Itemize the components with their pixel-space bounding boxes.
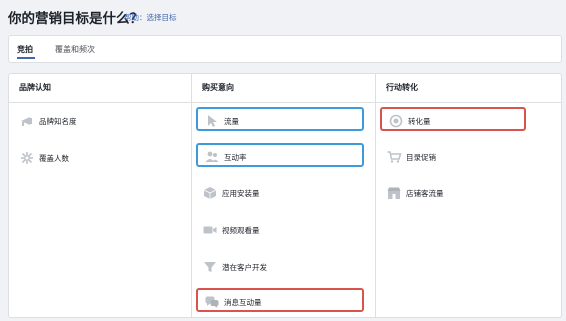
objective-label: 转化量 xyxy=(408,117,431,126)
objective-app-installs[interactable]: 应用安装量 xyxy=(196,181,364,205)
objective-conversions[interactable]: 转化量 xyxy=(380,107,526,131)
objective-label: 品牌知名度 xyxy=(39,117,77,126)
objective-brand-awareness[interactable]: 品牌知名度 xyxy=(13,109,181,133)
objective-messages[interactable]: 消息互动量 xyxy=(196,288,364,312)
objective-label: 店铺客流量 xyxy=(406,189,444,198)
cursor-icon xyxy=(204,113,220,129)
objective-label: 互动率 xyxy=(224,153,247,162)
objective-label: 应用安装量 xyxy=(222,189,260,198)
cart-icon xyxy=(386,149,402,165)
column-header: 品牌认知 xyxy=(9,74,191,103)
objective-tabbar: 竞拍 覆盖和频次 xyxy=(8,35,562,63)
objective-label: 目录促销 xyxy=(406,153,436,162)
objective-reach[interactable]: 覆盖人数 xyxy=(13,146,181,170)
column-conversion: 行动转化 转化量 目录促销 店铺客流量 xyxy=(376,74,561,317)
tab-reach-frequency[interactable]: 覆盖和频次 xyxy=(55,44,95,55)
objective-engagement[interactable]: 互动率 xyxy=(196,143,364,167)
people-icon xyxy=(204,149,220,165)
chat-bubbles-icon xyxy=(204,294,220,310)
cube-icon xyxy=(202,185,218,201)
column-header: 购买意向 xyxy=(192,74,375,103)
help-link[interactable]: 帮助：选择目标 xyxy=(124,12,177,23)
column-consideration: 购买意向 流量 互动率 应用安装量 视频观看量 潜在客户开发 消息互动量 xyxy=(192,74,376,317)
column-awareness: 品牌认知 品牌知名度 覆盖人数 xyxy=(9,74,192,317)
store-icon xyxy=(386,185,402,201)
column-header: 行动转化 xyxy=(376,74,561,103)
objective-label: 覆盖人数 xyxy=(39,154,69,163)
objective-video-views[interactable]: 视频观看量 xyxy=(196,218,364,242)
funnel-icon xyxy=(202,259,218,275)
objective-catalog-sales[interactable]: 目录促销 xyxy=(380,145,526,169)
video-icon xyxy=(202,222,218,238)
objective-label: 潜在客户开发 xyxy=(222,263,267,272)
objective-store-traffic[interactable]: 店铺客流量 xyxy=(380,181,526,205)
objective-lead-generation[interactable]: 潜在客户开发 xyxy=(196,255,364,279)
objective-label: 视频观看量 xyxy=(222,226,260,235)
page-title: 你的营销目标是什么？ xyxy=(8,11,143,27)
globe-icon xyxy=(388,113,404,129)
objective-label: 流量 xyxy=(224,117,239,126)
objective-grid: 品牌认知 品牌知名度 覆盖人数 购买意向 流量 互动率 应用安装量 视频观看量 … xyxy=(8,73,562,318)
tab-auction[interactable]: 竞拍 xyxy=(17,44,33,55)
objective-traffic[interactable]: 流量 xyxy=(196,107,364,131)
objective-label: 消息互动量 xyxy=(224,298,262,307)
active-tab-underline xyxy=(17,57,35,59)
megaphone-icon xyxy=(19,113,35,129)
sparkle-icon xyxy=(19,150,35,166)
